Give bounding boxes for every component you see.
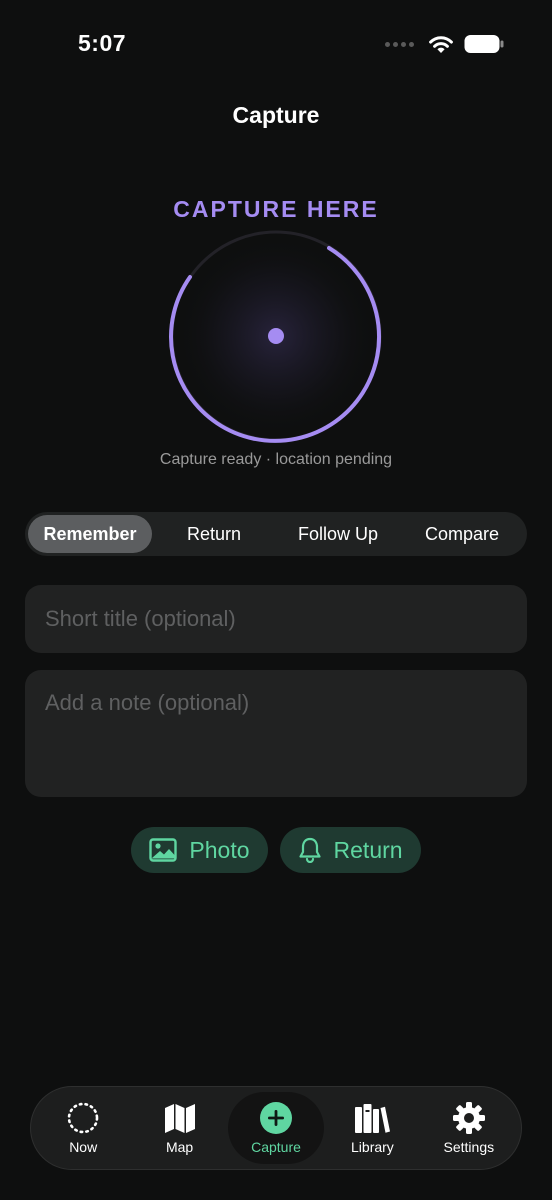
status-time: 5:07 [78, 30, 127, 56]
photo-button-label: Photo [189, 836, 250, 863]
gear-icon [452, 1101, 485, 1134]
return-button-label: Return [333, 836, 403, 863]
tab-capture[interactable]: Capture [227, 1092, 325, 1164]
capture-heading: CAPTURE HERE [173, 196, 379, 222]
return-reminder-button[interactable]: Return [279, 827, 421, 873]
tab-library-label: Library [351, 1138, 394, 1155]
tab-settings[interactable]: Settings [421, 1092, 517, 1164]
segment-compare[interactable]: Compare [400, 515, 524, 553]
status-bar: 5:07 [0, 0, 552, 90]
tab-now-label: Now [69, 1138, 98, 1155]
plus-circle-icon [260, 1101, 293, 1134]
segment-return[interactable]: Return [152, 515, 276, 553]
cellular-signal-icon [385, 41, 414, 47]
tab-library[interactable]: Library [324, 1092, 420, 1164]
segment-follow-up[interactable]: Follow Up [276, 515, 400, 553]
bell-icon [298, 837, 321, 863]
capture-status-text: Capture ready · location pending [159, 451, 393, 468]
tab-settings-label: Settings [443, 1138, 495, 1155]
capture-center-dot [268, 328, 284, 344]
dotted-circle-icon [67, 1102, 99, 1133]
books-icon [355, 1103, 391, 1133]
page-title: Capture [232, 102, 320, 128]
capture-type-segmented-control: Remember Return Follow Up Compare [25, 512, 527, 556]
tab-map[interactable]: Map [131, 1092, 227, 1164]
status-icons [385, 34, 504, 54]
tab-capture-label: Capture [251, 1138, 301, 1155]
wifi-icon [429, 36, 453, 53]
photo-icon [149, 838, 178, 862]
short-title-input[interactable]: Short title (optional) [25, 585, 527, 653]
map-icon [164, 1103, 195, 1133]
segment-remember[interactable]: Remember [28, 515, 152, 553]
capture-ring[interactable] [166, 226, 386, 446]
tab-map-label: Map [165, 1138, 194, 1155]
battery-icon [464, 35, 504, 53]
tab-bar: Now Map Capture Library Settings [30, 1086, 522, 1170]
photo-button[interactable]: Photo [131, 827, 268, 873]
action-chips: Photo Return [0, 827, 552, 873]
capture-ring-graphic [169, 230, 382, 443]
note-textarea[interactable]: Add a note (optional) [25, 670, 527, 797]
tab-now[interactable]: Now [35, 1092, 131, 1164]
